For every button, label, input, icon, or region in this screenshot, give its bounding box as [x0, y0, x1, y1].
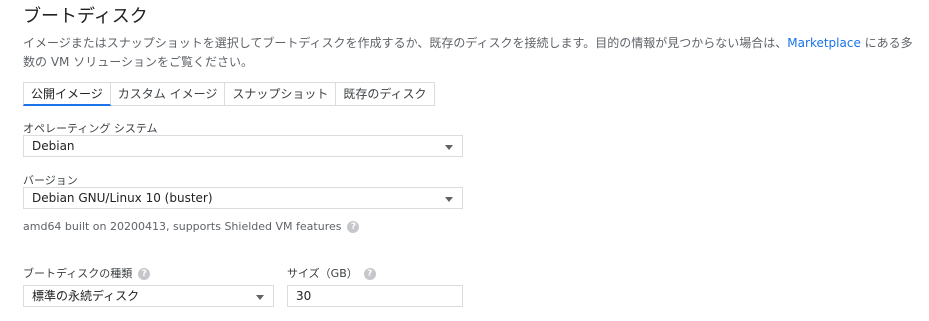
size-input[interactable]: 30 [287, 285, 463, 307]
help-circle-icon[interactable]: ? [363, 268, 376, 280]
size-input-value: 30 [296, 289, 312, 303]
help-circle-icon[interactable]: ? [138, 268, 151, 280]
marketplace-link[interactable]: Marketplace [787, 36, 861, 50]
tab-public-images[interactable]: 公開イメージ [23, 82, 111, 106]
help-circle-icon[interactable]: ? [347, 221, 360, 233]
tab-existing-disks[interactable]: 既存のディスク [336, 82, 435, 106]
tab-custom-images[interactable]: カスタム イメージ [110, 82, 226, 106]
tab-snapshots[interactable]: スナップショット [225, 82, 337, 106]
disk-type-label: ブートディスクの種類? [23, 265, 151, 281]
dropdown-arrow-icon [445, 197, 453, 202]
os-select-value: Debian [32, 139, 75, 153]
version-note: amd64 built on 20200413, supports Shield… [23, 220, 360, 233]
disk-type-select-value: 標準の永続ディスク [32, 289, 140, 303]
disk-type-select[interactable]: 標準の永続ディスク [23, 285, 274, 307]
dropdown-arrow-icon [256, 295, 264, 300]
os-label: オペレーティング システム [23, 122, 158, 135]
section-description: イメージまたはスナップショットを選択してブートディスクを作成するか、既存のディス… [23, 34, 918, 72]
image-source-tabs: 公開イメージ カスタム イメージ スナップショット 既存のディスク [23, 82, 435, 106]
version-select[interactable]: Debian GNU/Linux 10 (buster) [23, 187, 463, 209]
size-label-text: サイズ（GB） [287, 267, 358, 280]
version-note-text: amd64 built on 20200413, supports Shield… [23, 220, 342, 233]
disk-type-label-text: ブートディスクの種類 [23, 267, 133, 280]
version-label: バージョン [23, 174, 78, 187]
section-title: ブートディスク [23, 6, 148, 27]
size-label: サイズ（GB）? [287, 265, 376, 281]
os-select[interactable]: Debian [23, 135, 463, 157]
dropdown-arrow-icon [445, 145, 453, 150]
version-select-value: Debian GNU/Linux 10 (buster) [32, 191, 213, 205]
description-text-before: イメージまたはスナップショットを選択してブートディスクを作成するか、既存のディス… [23, 36, 788, 50]
